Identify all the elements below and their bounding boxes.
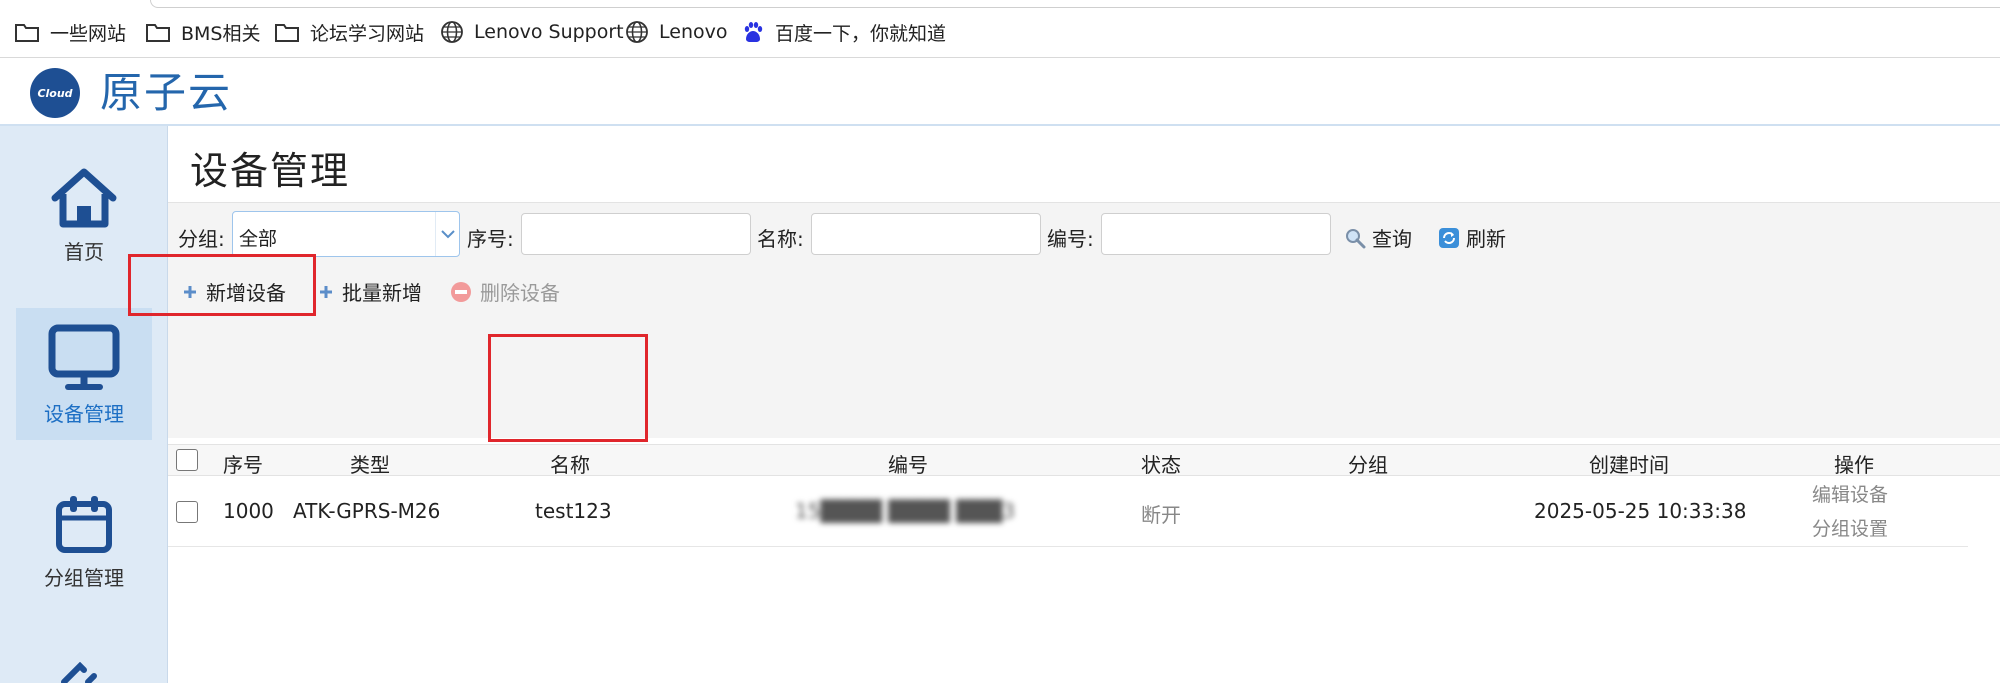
column-header-name[interactable]: 名称 bbox=[550, 449, 590, 478]
serial-filter-label: 序号: bbox=[467, 227, 514, 251]
serial-input[interactable] bbox=[521, 213, 751, 255]
sidebar-item-device-management[interactable]: 设备管理 bbox=[16, 308, 152, 440]
bookmark-label: 论坛学习网站 bbox=[310, 22, 425, 45]
main-content: 设备管理 分组: 全部 序号: 名称: 编号: 查询 刷新 新增设备 批量新增 … bbox=[128, 126, 2000, 683]
column-header-type[interactable]: 类型 bbox=[350, 449, 390, 478]
refresh-label: 刷新 bbox=[1466, 227, 1506, 251]
monitor-icon bbox=[48, 324, 120, 390]
bookmark-label: 百度一下，你就知道 bbox=[775, 22, 947, 45]
column-header-code[interactable]: 编号 bbox=[888, 449, 928, 478]
table-header: 序号 类型 名称 编号 状态 分组 创建时间 操作 bbox=[168, 444, 2000, 478]
cell-name: test123 bbox=[535, 499, 612, 523]
column-header-created[interactable]: 创建时间 bbox=[1589, 449, 1669, 478]
sidebar-item-group-management[interactable]: 分组管理 bbox=[16, 494, 152, 626]
refresh-button[interactable]: 刷新 bbox=[1438, 223, 1506, 252]
page-title: 设备管理 bbox=[190, 149, 351, 193]
cell-code-redacted: 15████ ████ ███3 bbox=[795, 499, 1016, 523]
group-filter-label: 分组: bbox=[178, 227, 225, 251]
cell-status: 断开 bbox=[1141, 503, 1181, 527]
delete-device-label: 删除设备 bbox=[480, 281, 560, 305]
bookmark-lenovo[interactable]: Lenovo bbox=[625, 18, 727, 46]
cell-created: 2025-05-25 10:33:38 bbox=[1534, 499, 1747, 523]
address-bar-edge bbox=[150, 0, 2000, 8]
sidebar-item-label: 设备管理 bbox=[44, 402, 124, 426]
query-button[interactable]: 查询 bbox=[1344, 223, 1412, 252]
app-header: Cloud 原子云 bbox=[0, 58, 2000, 126]
minus-circle-icon bbox=[451, 281, 471, 302]
delete-device-button[interactable]: 删除设备 bbox=[450, 277, 560, 306]
globe-icon bbox=[626, 21, 648, 43]
row-checkbox[interactable] bbox=[176, 501, 198, 523]
plus-icon bbox=[320, 285, 332, 298]
code-input[interactable] bbox=[1101, 213, 1331, 255]
name-input[interactable] bbox=[811, 213, 1041, 255]
cell-type: ATK-GPRS-M26 bbox=[293, 499, 441, 523]
highlight-box-add-device bbox=[128, 254, 316, 316]
bookmark-lenovo-support[interactable]: Lenovo Support bbox=[440, 18, 624, 46]
refresh-icon bbox=[1439, 227, 1459, 248]
cell-serial: 1000 bbox=[223, 499, 274, 523]
bookmark-label: Lenovo bbox=[659, 21, 728, 43]
filter-toolbar: 分组: 全部 序号: 名称: 编号: 查询 刷新 新增设备 批量新增 删除设备 bbox=[168, 202, 2000, 438]
search-icon bbox=[1346, 228, 1366, 248]
name-filter-label: 名称: bbox=[757, 227, 804, 251]
bookmark-label: Lenovo Support bbox=[474, 21, 624, 43]
column-header-serial[interactable]: 序号 bbox=[223, 449, 263, 478]
globe-icon bbox=[441, 21, 463, 43]
select-all-checkbox[interactable] bbox=[176, 449, 198, 471]
bookmark-luntan[interactable]: 论坛学习网站 bbox=[274, 18, 424, 46]
column-header-group[interactable]: 分组 bbox=[1348, 449, 1388, 478]
batch-add-label: 批量新增 bbox=[342, 281, 422, 305]
code-filter-label: 编号: bbox=[1047, 227, 1094, 251]
folder-icon bbox=[15, 24, 39, 42]
bookmark-baidu[interactable]: 百度一下，你就知道 bbox=[741, 18, 946, 46]
batch-add-button[interactable]: 批量新增 bbox=[318, 277, 422, 306]
column-header-status[interactable]: 状态 bbox=[1141, 449, 1181, 478]
partial-nav-icon bbox=[61, 662, 97, 683]
home-icon bbox=[51, 168, 117, 228]
query-label: 查询 bbox=[1372, 227, 1412, 251]
bookmarks-bar: 一些网站 BMS相关 论坛学习网站 Lenovo Support Lenovo … bbox=[0, 0, 2000, 58]
edit-device-link[interactable]: 编辑设备 bbox=[1812, 480, 1888, 507]
sidebar-item-label: 首页 bbox=[64, 240, 104, 264]
group-select[interactable]: 全部 bbox=[232, 211, 460, 257]
group-settings-link[interactable]: 分组设置 bbox=[1812, 514, 1888, 541]
bookmark-label: 一些网站 bbox=[50, 22, 127, 45]
sidebar: 首页 设备管理 分组管理 bbox=[0, 126, 168, 683]
cloud-logo-icon: Cloud bbox=[30, 68, 80, 118]
folder-icon bbox=[275, 24, 299, 42]
app-title: 原子云 bbox=[100, 68, 233, 117]
baidu-paw-icon bbox=[744, 22, 763, 42]
bookmark-bms[interactable]: BMS相关 bbox=[145, 18, 261, 46]
group-select-value: 全部 bbox=[239, 228, 278, 250]
calendar-icon bbox=[56, 496, 112, 553]
column-header-actions: 操作 bbox=[1834, 453, 1874, 477]
table-row[interactable]: 1000 ATK-GPRS-M26 test123 15████ ████ ██… bbox=[168, 477, 1968, 547]
sidebar-item-label: 分组管理 bbox=[44, 566, 124, 590]
bookmark-label: BMS相关 bbox=[181, 22, 261, 45]
chevron-down-icon[interactable] bbox=[435, 212, 459, 256]
bookmark-yixie-wangzhan[interactable]: 一些网站 bbox=[14, 18, 126, 46]
highlight-box-name-cell bbox=[488, 334, 648, 442]
folder-icon bbox=[146, 24, 170, 42]
